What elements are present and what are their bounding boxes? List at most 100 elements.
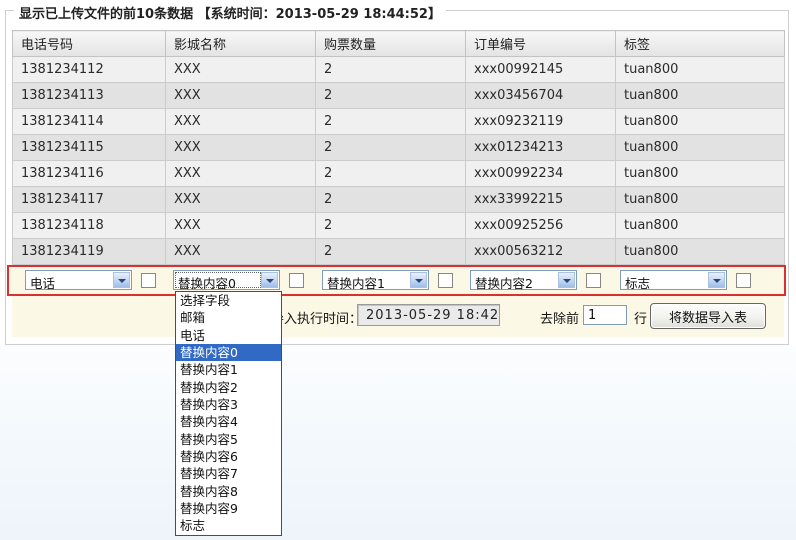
- page-background: [0, 346, 796, 540]
- table-cell: 2: [316, 213, 466, 239]
- table-cell: XXX: [166, 187, 316, 213]
- table-row: 1381234115XXX2xxx01234213tuan800: [13, 135, 785, 161]
- table-cell: xxx00992145: [466, 57, 616, 83]
- table-cell: tuan800: [616, 57, 785, 83]
- table-cell: xxx33992215: [466, 187, 616, 213]
- table-cell: 2: [316, 109, 466, 135]
- table-cell: tuan800: [616, 109, 785, 135]
- exec-time-label: 导入执行时间：: [271, 308, 362, 327]
- field-select-value: 电话: [30, 273, 55, 292]
- dropdown-option[interactable]: 替换内容8: [176, 483, 281, 500]
- table-row: 1381234119XXX2xxx00563212tuan800: [13, 239, 785, 265]
- table-row: 1381234116XXX2xxx00992234tuan800: [13, 161, 785, 187]
- dropdown-option[interactable]: 替换内容0: [176, 344, 281, 361]
- dropdown-option[interactable]: 替换内容4: [176, 413, 281, 430]
- table-row: 1381234117XXX2xxx33992215tuan800: [13, 187, 785, 213]
- table-header-row: 电话号码影城名称购票数量订单编号标签: [13, 31, 785, 57]
- table-cell: 1381234113: [13, 83, 166, 109]
- field-select[interactable]: 替换内容1: [322, 270, 429, 290]
- field-select-value: 替换内容1: [327, 273, 385, 292]
- field-select-value: 标志: [625, 273, 650, 292]
- table-cell: xxx00563212: [466, 239, 616, 265]
- table-cell: 2: [316, 83, 466, 109]
- table-cell: 1381234114: [13, 109, 166, 135]
- import-data-button[interactable]: 将数据导入表: [650, 303, 766, 329]
- table-cell: tuan800: [616, 161, 785, 187]
- apply-checkbox[interactable]: [289, 273, 304, 288]
- table-row: 1381234118XXX2xxx00925256tuan800: [13, 213, 785, 239]
- table-cell: xxx03456704: [466, 83, 616, 109]
- column-header: 购票数量: [316, 31, 466, 57]
- table-row: 1381234114XXX2xxx09232119tuan800: [13, 109, 785, 135]
- dropdown-option[interactable]: 电话: [176, 327, 281, 344]
- dropdown-option[interactable]: 替换内容6: [176, 448, 281, 465]
- dropdown-option[interactable]: 替换内容5: [176, 431, 281, 448]
- column-header: 电话号码: [13, 31, 166, 57]
- field-select-value: 替换内容0: [178, 273, 236, 292]
- table-cell: XXX: [166, 135, 316, 161]
- field-dropdown-list: 选择字段邮箱电话替换内容0替换内容1替换内容2替换内容3替换内容4替换内容5替换…: [175, 291, 282, 536]
- table-cell: 1381234117: [13, 187, 166, 213]
- data-table: 电话号码影城名称购票数量订单编号标签 1381234112XXX2xxx0099…: [12, 30, 785, 265]
- table-cell: xxx01234213: [466, 135, 616, 161]
- dropdown-option[interactable]: 替换内容9: [176, 500, 281, 517]
- dropdown-option[interactable]: 标志: [176, 517, 281, 534]
- apply-checkbox[interactable]: [736, 273, 751, 288]
- table-cell: 1381234115: [13, 135, 166, 161]
- field-select[interactable]: 替换内容0: [173, 270, 280, 290]
- column-header: 影城名称: [166, 31, 316, 57]
- apply-checkbox[interactable]: [586, 273, 601, 288]
- chevron-down-icon[interactable]: [708, 272, 725, 288]
- footer-bar: 导入执行时间： 去除前 行 将数据导入表: [12, 296, 784, 337]
- table-row: 1381234112XXX2xxx00992145tuan800: [13, 57, 785, 83]
- dropdown-option[interactable]: 替换内容3: [176, 396, 281, 413]
- chevron-down-icon[interactable]: [261, 272, 278, 288]
- table-body: 1381234112XXX2xxx00992145tuan80013812341…: [13, 57, 785, 265]
- table-cell: 2: [316, 187, 466, 213]
- field-select[interactable]: 电话: [25, 270, 132, 290]
- page: 显示已上传文件的前10条数据 【系统时间：2013-05-29 18:44:52…: [0, 0, 796, 540]
- table-row: 1381234113XXX2xxx03456704tuan800: [13, 83, 785, 109]
- table-cell: XXX: [166, 83, 316, 109]
- table-cell: 2: [316, 57, 466, 83]
- field-select[interactable]: 替换内容2: [470, 270, 577, 290]
- dropdown-option[interactable]: 替换内容1: [176, 361, 281, 378]
- remove-rows-input[interactable]: [583, 305, 627, 325]
- table-cell: xxx09232119: [466, 109, 616, 135]
- table-cell: 2: [316, 135, 466, 161]
- field-select-value: 替换内容2: [475, 273, 533, 292]
- column-header: 订单编号: [466, 31, 616, 57]
- rows-unit-label: 行: [634, 308, 647, 327]
- chevron-down-icon[interactable]: [113, 272, 130, 288]
- table-cell: 2: [316, 239, 466, 265]
- chevron-down-icon[interactable]: [558, 272, 575, 288]
- dropdown-option[interactable]: 选择字段: [176, 292, 281, 309]
- dropdown-option[interactable]: 替换内容2: [176, 379, 281, 396]
- table-cell: 1381234112: [13, 57, 166, 83]
- dropdown-option[interactable]: 邮箱: [176, 309, 281, 326]
- table-cell: xxx00925256: [466, 213, 616, 239]
- field-mapping-row: 电话 替换内容0 替换内容1 替换内容2 标志: [7, 265, 786, 296]
- table-cell: 1381234118: [13, 213, 166, 239]
- table-cell: tuan800: [616, 83, 785, 109]
- system-time: 【系统时间：2013-05-29 18:44:52】: [198, 7, 441, 22]
- data-table-container: 电话号码影城名称购票数量订单编号标签 1381234112XXX2xxx0099…: [12, 30, 784, 265]
- remove-before-label: 去除前: [540, 308, 579, 327]
- table-cell: 2: [316, 161, 466, 187]
- table-cell: tuan800: [616, 135, 785, 161]
- apply-checkbox[interactable]: [141, 273, 156, 288]
- apply-checkbox[interactable]: [438, 273, 453, 288]
- table-cell: tuan800: [616, 187, 785, 213]
- panel-legend: 显示已上传文件的前10条数据 【系统时间：2013-05-29 18:44:52…: [14, 3, 446, 22]
- table-cell: xxx00992234: [466, 161, 616, 187]
- exec-time-input[interactable]: [357, 304, 500, 326]
- panel-title: 显示已上传文件的前10条数据: [19, 7, 193, 22]
- table-cell: tuan800: [616, 213, 785, 239]
- table-cell: tuan800: [616, 239, 785, 265]
- chevron-down-icon[interactable]: [410, 272, 427, 288]
- table-cell: 1381234119: [13, 239, 166, 265]
- dropdown-option[interactable]: 替换内容7: [176, 465, 281, 482]
- table-cell: XXX: [166, 109, 316, 135]
- field-select[interactable]: 标志: [620, 270, 727, 290]
- table-cell: XXX: [166, 239, 316, 265]
